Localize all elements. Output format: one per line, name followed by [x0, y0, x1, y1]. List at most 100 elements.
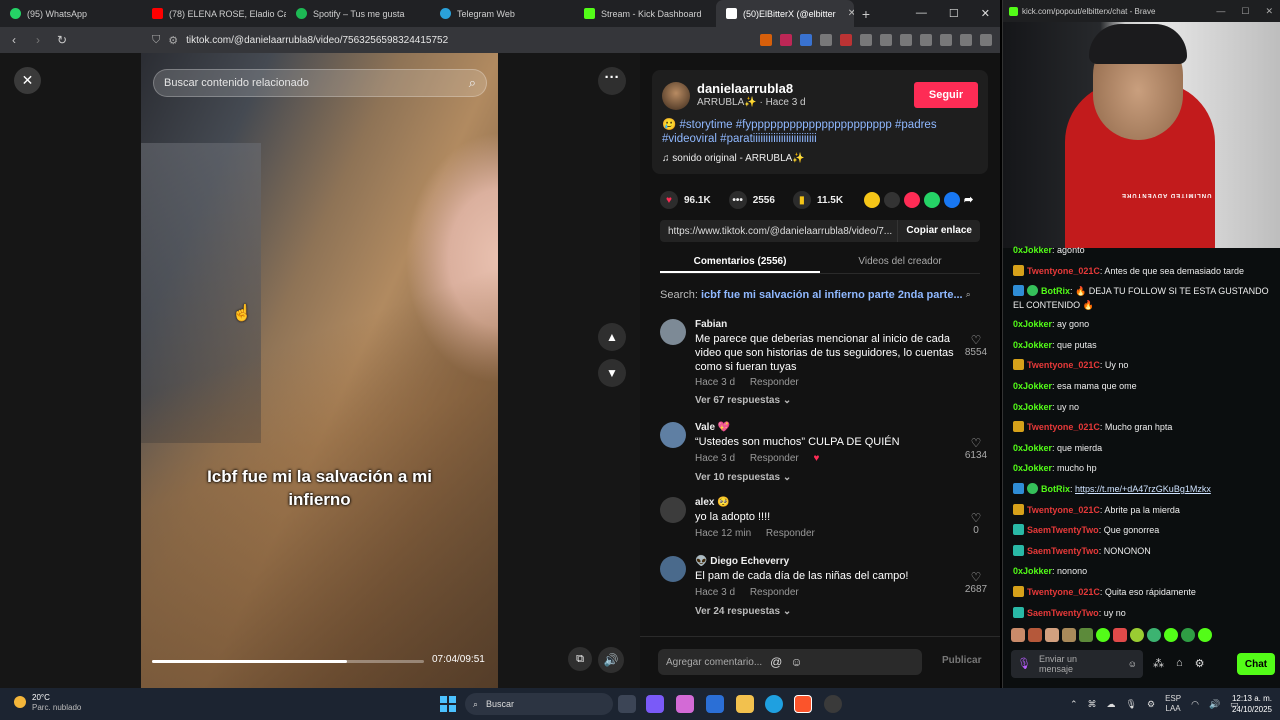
url-field[interactable]: ⛉ ⚙ tiktok.com/@danielaarrubla8/video/75…	[152, 29, 752, 51]
emote-icon[interactable]	[1198, 628, 1212, 642]
store-icon[interactable]	[706, 695, 724, 713]
emoji-icon[interactable]: ☺	[1128, 659, 1137, 669]
chat-username[interactable]: 0xJokker	[1013, 245, 1052, 255]
minimize-icon[interactable]: —	[916, 7, 927, 20]
follow-button[interactable]: Seguir	[914, 82, 978, 108]
translate-extension-icon[interactable]	[800, 34, 812, 46]
comment-search-suggestion[interactable]: Search: icbf fue mi salvación al infiern…	[660, 289, 971, 301]
start-button[interactable]	[440, 696, 456, 712]
chat-username[interactable]: Twentyone_021C	[1027, 422, 1100, 432]
tab-telegram[interactable]: Telegram Web	[430, 0, 574, 27]
reply-button[interactable]: Responder	[766, 528, 815, 539]
emoji-icon[interactable]: ☺	[790, 655, 802, 669]
mention-icon[interactable]: @	[770, 655, 782, 669]
chat-username[interactable]: SaemTwentyTwo	[1027, 525, 1099, 535]
gear-icon[interactable]: ⚙	[1195, 657, 1205, 670]
chat-username[interactable]: 0xJokker	[1013, 340, 1052, 350]
tab-spotify[interactable]: Spotify – Tus me gusta	[286, 0, 430, 27]
emote-icon[interactable]	[1181, 628, 1195, 642]
menu-icon[interactable]	[980, 34, 992, 46]
brave-rewards-icon[interactable]	[780, 34, 792, 46]
view-replies-button[interactable]: Ver 24 respuestas ⌄	[695, 606, 791, 617]
whatsapp-icon[interactable]	[924, 192, 940, 208]
description-hashtags[interactable]: #storytime #fypppppppppppppppppppppp #pa…	[662, 119, 937, 145]
chat-username[interactable]: 0xJokker	[1013, 443, 1052, 453]
file-explorer-icon[interactable]	[736, 695, 754, 713]
store-icon[interactable]: ⌂	[1176, 657, 1183, 670]
extension-icon[interactable]	[860, 34, 872, 46]
bookmark-icon[interactable]: ⛉	[152, 34, 160, 47]
comment-like-button[interactable]: ♡ 0	[962, 511, 990, 536]
microphone-icon[interactable]: 🎙	[1126, 699, 1137, 710]
like-button[interactable]: ♥ 96.1K	[660, 191, 711, 209]
reply-button[interactable]: Responder	[750, 587, 799, 598]
leo-icon[interactable]	[940, 34, 952, 46]
chat-username[interactable]: Twentyone_021C	[1027, 266, 1100, 276]
new-tab-button[interactable]: +	[854, 6, 878, 22]
share-arrow-icon[interactable]: ➦	[964, 192, 980, 208]
users-icon[interactable]: ⁂	[1153, 657, 1164, 670]
maximize-icon[interactable]: ☐	[1241, 6, 1249, 17]
copy-link-button[interactable]: Copiar enlace	[897, 220, 980, 242]
emote-icon[interactable]	[1045, 628, 1059, 642]
previous-video-button[interactable]: ▲	[598, 323, 626, 351]
emote-icon[interactable]	[1011, 628, 1025, 642]
avatar[interactable]	[660, 319, 686, 345]
extension-icon[interactable]	[840, 34, 852, 46]
reload-icon[interactable]: ↻	[52, 33, 72, 47]
widgets-icon[interactable]	[646, 695, 664, 713]
emote-icon[interactable]	[1062, 628, 1076, 642]
chat-username[interactable]: SaemTwentyTwo	[1027, 608, 1099, 618]
emote-icon[interactable]	[1113, 628, 1127, 642]
app-icon[interactable]	[824, 695, 842, 713]
view-replies-button[interactable]: Ver 67 respuestas ⌄	[695, 395, 791, 406]
chat-username[interactable]: Twentyone_021C	[1027, 360, 1100, 370]
chat-input[interactable]: 🎙 Enviar un mensaje ☺	[1011, 650, 1143, 678]
facebook-icon[interactable]	[944, 192, 960, 208]
vpn-icon[interactable]	[960, 34, 972, 46]
maximize-icon[interactable]: ☐	[949, 7, 959, 20]
copilot-icon[interactable]	[676, 695, 694, 713]
tab-youtube[interactable]: (78) ELENA ROSE, Eladio Carrió	[142, 0, 286, 27]
minimize-icon[interactable]: —	[1216, 6, 1225, 17]
chat-username[interactable]: 0xJokker	[1013, 319, 1052, 329]
tab-comments[interactable]: Comentarios (2556)	[660, 250, 820, 273]
comment-like-button[interactable]: ♡ 2687	[962, 570, 990, 595]
video-progress-bar[interactable]	[152, 660, 424, 663]
close-window-icon[interactable]: ✕	[981, 7, 990, 20]
microphone-icon[interactable]: 🎙	[1017, 659, 1031, 670]
video-player[interactable]	[141, 53, 498, 688]
reply-button[interactable]: Responder	[750, 377, 799, 388]
comment-input[interactable]: Agregar comentario... @ ☺	[658, 649, 922, 675]
coin-icon[interactable]	[864, 192, 880, 208]
chat-link[interactable]: https://t.me/+dA47rzGKuBg1Mzkx	[1075, 484, 1211, 494]
comment-author[interactable]: Vale 💖	[695, 422, 730, 433]
volume-icon[interactable]: 🔊	[1209, 699, 1220, 710]
language-indicator[interactable]: ESP LAA	[1165, 694, 1181, 714]
forward-icon[interactable]: ›	[28, 33, 48, 47]
avatar[interactable]	[660, 556, 686, 582]
author-username[interactable]: danielaarrubla8	[697, 81, 793, 96]
more-options-button[interactable]: ···	[598, 67, 626, 95]
back-icon[interactable]: ‹	[4, 33, 24, 47]
emote-icon[interactable]	[1147, 628, 1161, 642]
reply-button[interactable]: Responder	[750, 453, 799, 464]
comment-author[interactable]: 👽 Diego Echeverry	[695, 556, 789, 567]
save-button[interactable]: ▮ 11.5K	[792, 191, 843, 209]
comment-author[interactable]: Fabian	[695, 319, 727, 330]
site-info-icon[interactable]: ⚙	[168, 34, 178, 47]
chevron-up-icon[interactable]: ⌃	[1070, 699, 1078, 710]
cloud-icon[interactable]: ☁	[1107, 699, 1116, 710]
chat-username[interactable]: BotRix	[1041, 286, 1070, 296]
tab-creator-videos[interactable]: Videos del creador	[820, 250, 980, 273]
chat-send-button[interactable]: Chat	[1237, 653, 1275, 675]
brave-icon[interactable]	[794, 695, 812, 713]
embed-icon[interactable]	[884, 192, 900, 208]
close-video-button[interactable]: ✕	[14, 67, 41, 94]
extension-icon[interactable]	[820, 34, 832, 46]
comment-like-button[interactable]: ♡ 6134	[962, 436, 990, 461]
comment-like-button[interactable]: ♡ 8554	[962, 333, 990, 358]
chat-message-list[interactable]: 0xJokker: agonto Twentyone_021C: Antes de…	[1003, 240, 1280, 622]
chat-username[interactable]: 0xJokker	[1013, 463, 1052, 473]
edge-icon[interactable]	[765, 695, 783, 713]
